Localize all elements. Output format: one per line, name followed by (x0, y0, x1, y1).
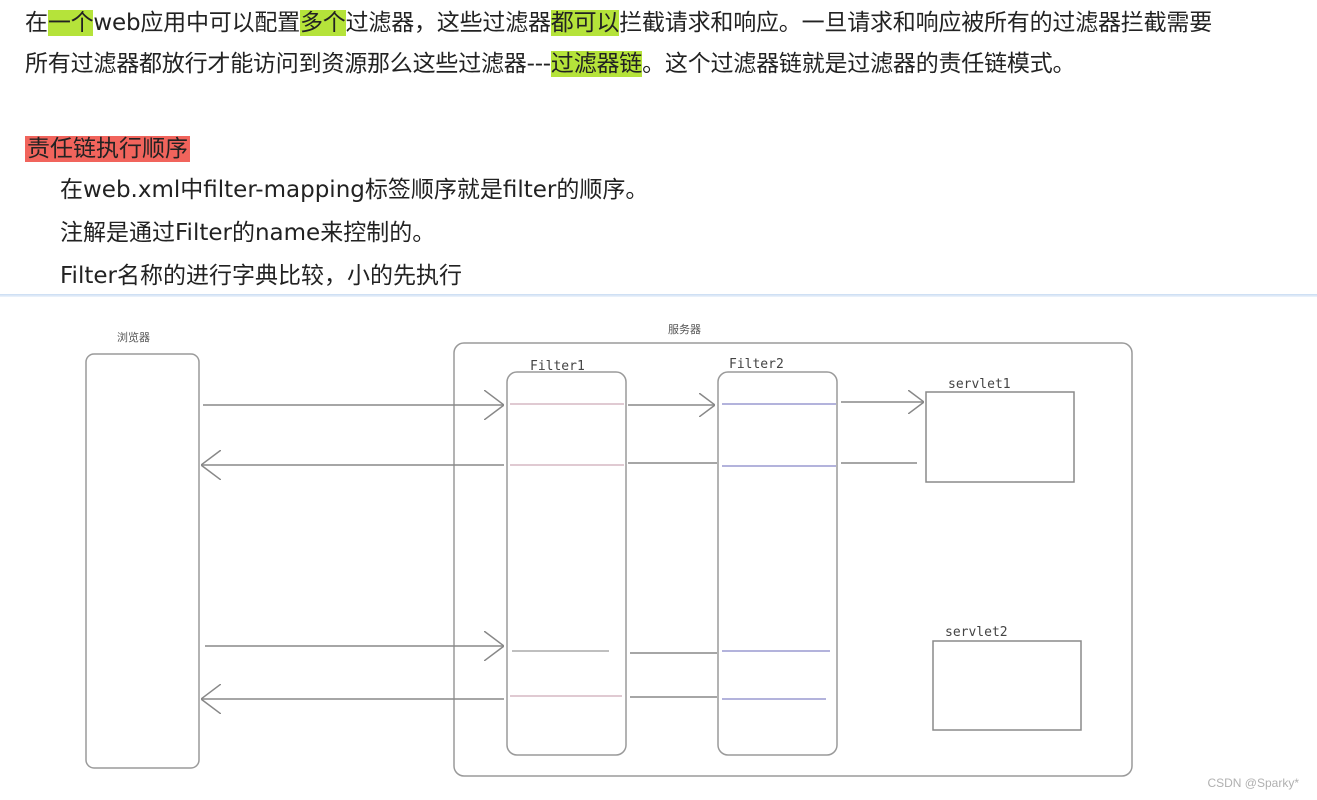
intro-line-2-segment-2: 。这个过滤器链就是过滤器的责任链模式。 (642, 51, 1076, 77)
rule-line-annotation: 注解是通过Filter的name来控制的。 (60, 220, 436, 246)
intro-line-1-segment-3: 多个 (299, 10, 346, 36)
watermark: CSDN @Sparky* (1207, 776, 1299, 790)
filter2-label: Filter2 (729, 357, 784, 372)
server-label: 服务器 (668, 323, 701, 336)
section-divider (0, 294, 1317, 297)
intro-line-2: 所有过滤器都放行才能访问到资源那么这些过滤器---过滤器链。这个过滤器链就是过滤… (25, 43, 1076, 86)
intro-line-1-segment-0: 在 (25, 10, 48, 36)
intro-line-1-segment-1: 一个 (47, 10, 94, 36)
intro-line-2-segment-1: 过滤器链 (550, 51, 643, 77)
servlet2-box (932, 640, 1082, 731)
section-heading: 责任链执行顺序 (25, 131, 190, 167)
rule-line-dictionary: Filter名称的进行字典比较，小的先执行 (60, 263, 462, 289)
browser-label: 浏览器 (117, 330, 150, 344)
intro-line-1-segment-4: 过滤器，这些过滤器 (345, 10, 551, 36)
intro-line-1-segment-2: web应用中可以配置 (93, 10, 300, 36)
filter1-box (506, 371, 627, 756)
filter-chain-diagram: 浏览器 服务器 Filter1 Filter2 servlet1 servlet… (0, 300, 1317, 800)
intro-line-1-segment-5: 都可以 (550, 10, 620, 36)
servlet2-label: servlet2 (945, 625, 1008, 640)
browser-box (85, 353, 200, 769)
rule-line-webxml: 在web.xml中filter-mapping标签顺序就是filter的顺序。 (60, 177, 649, 203)
section-heading-text: 责任链执行顺序 (25, 136, 190, 162)
intro-line-1-segment-6: 拦截请求和响应。一旦请求和响应被所有的过滤器拦截需要 (619, 10, 1213, 36)
intro-line-1: 在一个web应用中可以配置多个过滤器，这些过滤器都可以拦截请求和响应。一旦请求和… (25, 2, 1212, 45)
intro-line-2-segment-0: 所有过滤器都放行才能访问到资源那么这些过滤器--- (25, 51, 551, 77)
filter-chain-svg: 浏览器 服务器 Filter1 Filter2 servlet1 servlet… (85, 323, 1133, 777)
servlet1-box (925, 391, 1075, 483)
servlet1-label: servlet1 (948, 377, 1011, 392)
server-box (453, 342, 1133, 777)
filter2-box (717, 371, 838, 756)
